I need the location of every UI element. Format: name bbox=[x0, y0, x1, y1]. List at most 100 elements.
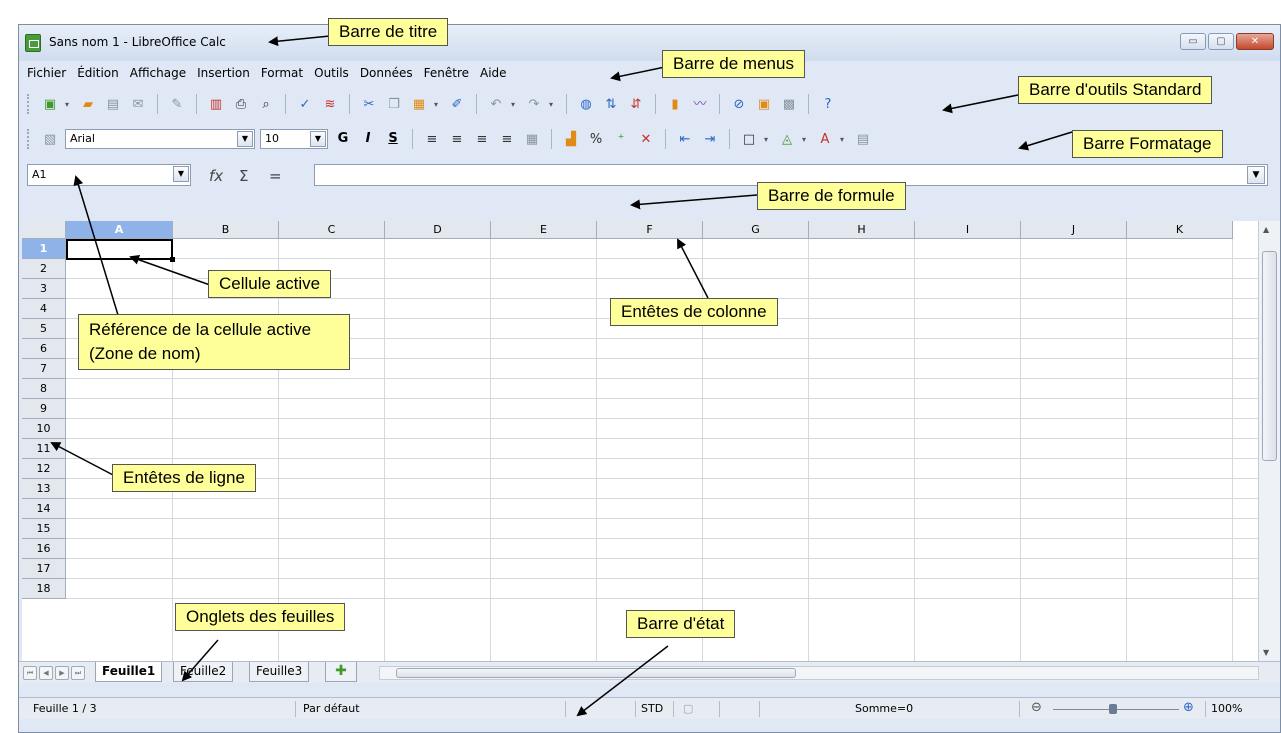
column-header-e[interactable]: E bbox=[491, 221, 597, 239]
sum-display[interactable]: Somme=0 bbox=[855, 702, 913, 715]
align-left-icon[interactable]: ≡ bbox=[422, 129, 442, 149]
redo-dropdown-icon[interactable]: ▾ bbox=[549, 100, 557, 109]
function-wizard-icon[interactable]: fx bbox=[209, 167, 223, 185]
row-header-11[interactable]: 11 bbox=[22, 439, 66, 459]
prev-sheet-icon[interactable]: ◀ bbox=[39, 666, 53, 680]
scroll-up-icon[interactable]: ▲ bbox=[1263, 225, 1269, 234]
add-decimal-icon[interactable]: ⁺ bbox=[611, 129, 631, 149]
open-folder-icon[interactable]: ▰ bbox=[78, 94, 98, 114]
redo-icon[interactable]: ↷ bbox=[524, 94, 544, 114]
row-header-3[interactable]: 3 bbox=[22, 279, 66, 299]
navigator-icon[interactable]: ⊘ bbox=[729, 94, 749, 114]
merge-cells-icon[interactable]: ▦ bbox=[522, 129, 542, 149]
sort-ascending-icon[interactable]: ⇅ bbox=[601, 94, 621, 114]
name-box[interactable]: A1 ▼ bbox=[27, 164, 191, 186]
styles-icon[interactable]: ▧ bbox=[40, 129, 60, 149]
column-header-b[interactable]: B bbox=[173, 221, 279, 239]
save-icon[interactable]: ▤ bbox=[103, 94, 123, 114]
sheet-tab-feuille3[interactable]: Feuille3 bbox=[249, 662, 310, 682]
print-icon[interactable]: ⎙ bbox=[231, 94, 251, 114]
column-header-c[interactable]: C bbox=[279, 221, 385, 239]
vertical-scrollbar[interactable]: ▲ ▼ bbox=[1258, 221, 1280, 661]
background-dropdown-icon[interactable]: ▾ bbox=[802, 135, 810, 144]
add-sheet-icon[interactable]: ✚ bbox=[325, 662, 357, 682]
menu-insertion[interactable]: Insertion bbox=[197, 66, 250, 80]
font-color-dropdown-icon[interactable]: ▾ bbox=[840, 135, 848, 144]
row-header-17[interactable]: 17 bbox=[22, 559, 66, 579]
copy-icon[interactable]: ❐ bbox=[384, 94, 404, 114]
underline-button[interactable]: S bbox=[383, 129, 403, 149]
undo-icon[interactable]: ↶ bbox=[486, 94, 506, 114]
row-header-8[interactable]: 8 bbox=[22, 379, 66, 399]
menu-fenetre[interactable]: Fenêtre bbox=[424, 66, 469, 80]
active-cell[interactable] bbox=[66, 239, 175, 262]
page-style[interactable]: Par défaut bbox=[303, 702, 360, 715]
column-header-i[interactable]: I bbox=[915, 221, 1021, 239]
sheet-tab-feuille1[interactable]: Feuille1 bbox=[95, 662, 163, 682]
font-size-input[interactable]: 10 ▼ bbox=[260, 129, 328, 149]
draw-functions-icon[interactable]: 〰 bbox=[690, 94, 710, 114]
horizontal-scrollbar[interactable] bbox=[379, 666, 1259, 680]
email-icon[interactable]: ✉ bbox=[128, 94, 148, 114]
borders-icon[interactable]: □ bbox=[739, 129, 759, 149]
menu-outils[interactable]: Outils bbox=[314, 66, 349, 80]
toolbar-grip[interactable] bbox=[27, 129, 31, 149]
toolbar-grip[interactable] bbox=[27, 94, 31, 114]
paste-dropdown-icon[interactable]: ▾ bbox=[434, 100, 442, 109]
column-header-a[interactable]: A bbox=[66, 221, 173, 239]
hyperlink-icon[interactable]: ◍ bbox=[576, 94, 596, 114]
help-icon[interactable]: ? bbox=[818, 94, 838, 114]
zoom-slider-knob[interactable] bbox=[1109, 704, 1117, 714]
chart-icon[interactable]: ▮ bbox=[665, 94, 685, 114]
row-header-5[interactable]: 5 bbox=[22, 319, 66, 339]
decrease-indent-icon[interactable]: ⇤ bbox=[675, 129, 695, 149]
align-center-icon[interactable]: ≡ bbox=[447, 129, 467, 149]
export-pdf-icon[interactable]: ▥ bbox=[206, 94, 226, 114]
sort-descending-icon[interactable]: ⇵ bbox=[626, 94, 646, 114]
column-header-h[interactable]: H bbox=[809, 221, 915, 239]
column-header-g[interactable]: G bbox=[703, 221, 809, 239]
row-header-12[interactable]: 12 bbox=[22, 459, 66, 479]
row-header-18[interactable]: 18 bbox=[22, 579, 66, 599]
menu-fichier[interactable]: Fichier bbox=[27, 66, 66, 80]
font-name-dropdown-icon[interactable]: ▼ bbox=[237, 131, 253, 147]
first-sheet-icon[interactable]: ⏮ bbox=[23, 666, 37, 680]
sheet-tab-feuille2[interactable]: Feuille2 bbox=[173, 662, 234, 682]
row-header-15[interactable]: 15 bbox=[22, 519, 66, 539]
justify-icon[interactable]: ≡ bbox=[497, 129, 517, 149]
cut-icon[interactable]: ✂ bbox=[359, 94, 379, 114]
next-sheet-icon[interactable]: ▶ bbox=[55, 666, 69, 680]
close-button[interactable]: ✕ bbox=[1236, 33, 1274, 50]
row-header-1[interactable]: 1 bbox=[22, 239, 66, 259]
currency-format-icon[interactable]: ▟ bbox=[561, 129, 581, 149]
row-header-13[interactable]: 13 bbox=[22, 479, 66, 499]
last-sheet-icon[interactable]: ⏭ bbox=[71, 666, 85, 680]
row-header-2[interactable]: 2 bbox=[22, 259, 66, 279]
zoom-out-icon[interactable]: ⊖ bbox=[1031, 700, 1042, 715]
column-header-j[interactable]: J bbox=[1021, 221, 1127, 239]
menu-format[interactable]: Format bbox=[261, 66, 303, 80]
selection-mode[interactable]: STD bbox=[641, 702, 663, 715]
maximize-button[interactable]: ▢ bbox=[1208, 33, 1234, 50]
gallery-icon[interactable]: ▣ bbox=[754, 94, 774, 114]
bold-button[interactable]: G bbox=[333, 129, 353, 149]
row-header-7[interactable]: 7 bbox=[22, 359, 66, 379]
paste-icon[interactable]: ▦ bbox=[409, 94, 429, 114]
sum-icon[interactable]: Σ bbox=[239, 167, 248, 185]
undo-dropdown-icon[interactable]: ▾ bbox=[511, 100, 519, 109]
font-name-input[interactable]: Arial ▼ bbox=[65, 129, 255, 149]
percent-format-icon[interactable]: % bbox=[586, 129, 606, 149]
zoom-in-icon[interactable]: ⊕ bbox=[1183, 700, 1194, 715]
borders-dropdown-icon[interactable]: ▾ bbox=[764, 135, 772, 144]
align-right-icon[interactable]: ≡ bbox=[472, 129, 492, 149]
menu-edition[interactable]: Édition bbox=[77, 66, 119, 80]
new-dropdown-icon[interactable]: ▾ bbox=[65, 100, 73, 109]
toolbar-more-icon[interactable]: ▤ bbox=[853, 129, 873, 149]
name-box-dropdown-icon[interactable]: ▼ bbox=[173, 166, 189, 182]
column-header-k[interactable]: K bbox=[1127, 221, 1233, 239]
format-paintbrush-icon[interactable]: ✐ bbox=[447, 94, 467, 114]
increase-indent-icon[interactable]: ⇥ bbox=[700, 129, 720, 149]
scroll-down-icon[interactable]: ▼ bbox=[1263, 648, 1269, 657]
column-header-f[interactable]: F bbox=[597, 221, 703, 239]
new-document-icon[interactable]: ▣ bbox=[40, 94, 60, 114]
